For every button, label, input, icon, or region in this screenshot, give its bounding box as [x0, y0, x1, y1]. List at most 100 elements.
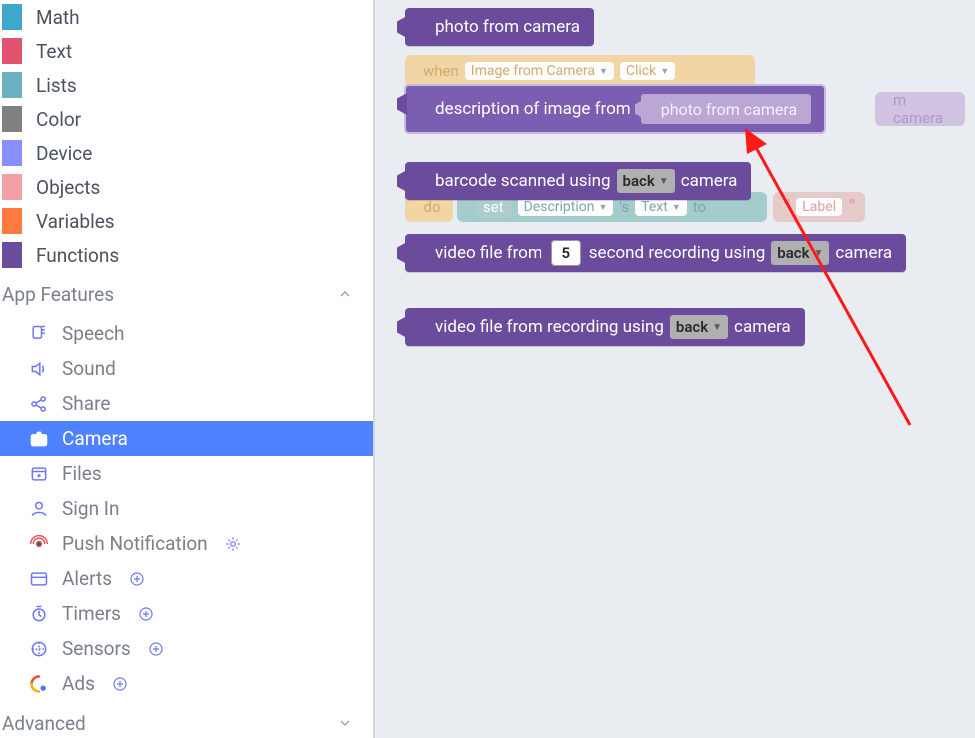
category-label: Variables: [36, 210, 115, 233]
block-suffix: camera: [681, 171, 738, 191]
block-label: video file from recording using: [435, 317, 664, 337]
video-camera-dropdown[interactable]: back▼: [670, 315, 728, 339]
sensors-icon: [28, 639, 50, 659]
ghost-when-block: when Image from Camera▼ Click▼: [405, 55, 755, 87]
block-label: video file from: [435, 243, 543, 263]
sidebar-item-sensors[interactable]: Sensors: [0, 631, 373, 666]
share-icon: [28, 394, 50, 414]
category-label: Lists: [36, 74, 77, 97]
category-device[interactable]: Device: [0, 136, 373, 170]
plus-icon[interactable]: [111, 675, 129, 693]
sidebar-item-camera[interactable]: Camera: [0, 421, 373, 456]
category-swatch: [2, 242, 22, 268]
section-label: App Features: [2, 283, 114, 306]
category-swatch: [2, 174, 22, 200]
category-objects[interactable]: Objects: [0, 170, 373, 204]
ghost-when-component: Image from Camera▼: [465, 62, 614, 80]
push-icon: [28, 534, 50, 554]
category-swatch: [2, 106, 22, 132]
sidebar-item-label: Sensors: [62, 637, 131, 660]
video-timed-camera-dropdown[interactable]: back▼: [771, 241, 829, 265]
block-label: photo from camera: [435, 17, 580, 37]
block-input-label: photo from camera: [661, 100, 797, 119]
signin-icon: [28, 499, 50, 519]
sound-icon: [28, 359, 50, 379]
sidebar-item-files[interactable]: Files: [0, 456, 373, 491]
block-barcode-scanned[interactable]: barcode scanned using back▼ camera: [405, 162, 751, 200]
block-video-recording[interactable]: video file from recording using back▼ ca…: [405, 308, 805, 346]
sidebar-item-sound[interactable]: Sound: [0, 351, 373, 386]
sidebar-item-label: Sound: [62, 357, 116, 380]
sidebar-item-label: Share: [62, 392, 110, 415]
block-mid: second recording using: [589, 243, 765, 263]
category-functions[interactable]: Functions: [0, 238, 373, 272]
block-photo-from-camera[interactable]: photo from camera: [405, 8, 594, 46]
sidebar-item-label: Camera: [62, 427, 128, 450]
sidebar-item-signin[interactable]: Sign In: [0, 491, 373, 526]
ghost-set-word: set: [475, 197, 512, 217]
sidebar-item-label: Files: [62, 462, 102, 485]
ghost-trail-text: m camera: [893, 91, 953, 127]
category-variables[interactable]: Variables: [0, 204, 373, 238]
plus-icon[interactable]: [147, 640, 165, 658]
category-swatch: [2, 208, 22, 234]
ghost-when-event: Click▼: [620, 62, 675, 80]
barcode-camera-dropdown[interactable]: back▼: [617, 169, 675, 193]
category-lists[interactable]: Lists: [0, 68, 373, 102]
block-canvas[interactable]: when Image from Camera▼ Click▼ m camera …: [375, 0, 975, 738]
category-color[interactable]: Color: [0, 102, 373, 136]
category-label: Objects: [36, 176, 100, 199]
ads-icon: [28, 674, 50, 694]
sidebar-item-share[interactable]: Share: [0, 386, 373, 421]
chevron-down-icon: [337, 715, 353, 731]
category-label: Math: [36, 6, 80, 29]
block-photo-input[interactable]: photo from camera: [641, 94, 811, 124]
plus-icon[interactable]: [137, 605, 155, 623]
sidebar-item-label: Alerts: [62, 567, 112, 590]
sidebar-item-alerts[interactable]: Alerts: [0, 561, 373, 596]
ghost-trail-block: m camera: [875, 92, 965, 126]
video-seconds-input[interactable]: 5: [551, 240, 581, 266]
category-swatch: [2, 4, 22, 30]
sidebar-item-label: Sign In: [62, 497, 119, 520]
category-swatch: [2, 38, 22, 64]
chevron-up-icon: [337, 286, 353, 302]
alerts-icon: [28, 569, 50, 589]
block-label: description of image from: [435, 99, 631, 119]
ghost-set-component: Description▼: [518, 198, 614, 216]
feature-list: Speech Sound Share Camera Files Sign In Push N…: [0, 316, 373, 701]
sidebar-item-timers[interactable]: Timers: [0, 596, 373, 631]
gear-icon[interactable]: [224, 535, 242, 553]
category-label: Text: [36, 40, 72, 63]
section-label: Advanced: [2, 712, 86, 735]
timers-icon: [28, 604, 50, 624]
block-description-of-image[interactable]: description of image from photo from cam…: [405, 85, 825, 133]
sidebar-item-label: Push Notification: [62, 532, 208, 555]
sidebar-item-ads[interactable]: Ads: [0, 666, 373, 701]
category-swatch: [2, 72, 22, 98]
sidebar-item-label: Speech: [62, 322, 125, 345]
section-app-features[interactable]: App Features: [0, 272, 373, 316]
sidebar-item-label: Timers: [62, 602, 121, 625]
files-icon: [28, 464, 50, 484]
category-label: Functions: [36, 244, 119, 267]
ghost-label-text: Label: [796, 198, 842, 216]
sidebar-item-speech[interactable]: Speech: [0, 316, 373, 351]
section-advanced[interactable]: Advanced: [0, 701, 373, 738]
ghost-when-word: when: [423, 62, 459, 80]
block-suffix: camera: [734, 317, 791, 337]
block-label: barcode scanned using: [435, 171, 611, 191]
plus-icon[interactable]: [128, 570, 146, 588]
category-label: Color: [36, 108, 81, 131]
speech-icon: [28, 324, 50, 344]
category-text[interactable]: Text: [0, 34, 373, 68]
sidebar-item-label: Ads: [62, 672, 95, 695]
block-suffix: camera: [835, 243, 892, 263]
category-swatch: [2, 140, 22, 166]
category-list: Math Text Lists Color Device Objects Variables…: [0, 0, 373, 272]
ghost-label-value: “ Label ”: [773, 192, 865, 222]
category-math[interactable]: Math: [0, 0, 373, 34]
block-video-timed[interactable]: video file from 5 second recording using…: [405, 234, 906, 272]
category-label: Device: [36, 142, 92, 165]
sidebar-item-push[interactable]: Push Notification: [0, 526, 373, 561]
